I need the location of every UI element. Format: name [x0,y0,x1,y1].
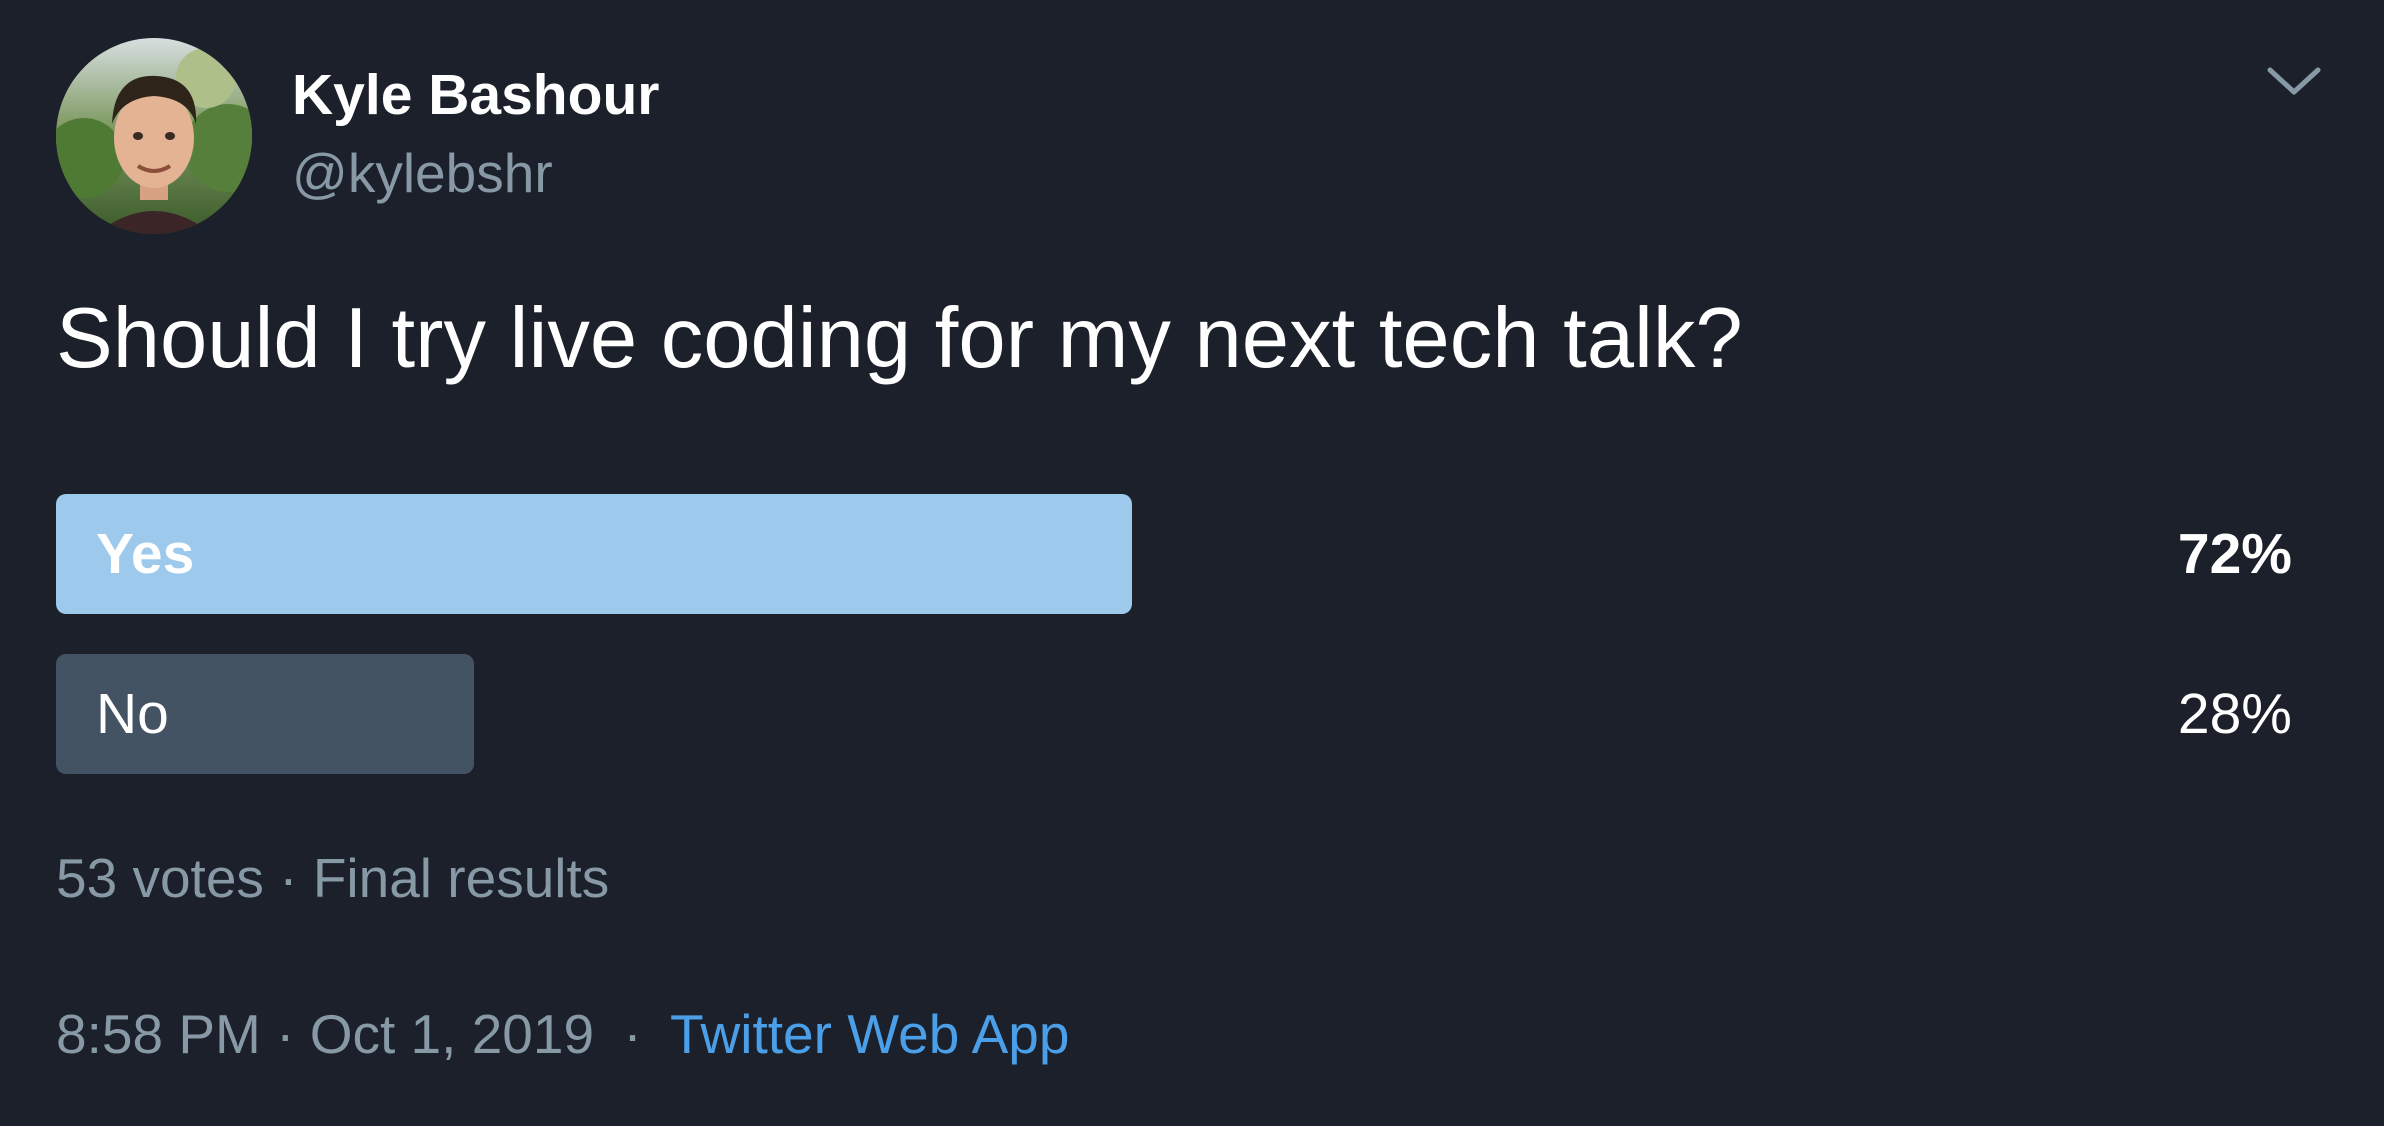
tweet-date[interactable]: Oct 1, 2019 [310,1003,594,1065]
poll-status: Final results [312,847,610,909]
poll-meta-separator: · [279,847,298,909]
footer-separator: · [276,1003,295,1065]
chevron-down-icon[interactable] [2262,58,2326,108]
poll-option-percent: 28% [2177,682,2292,746]
author-name[interactable]: Kyle Bashour [292,60,659,130]
poll-option-label: No [96,682,169,746]
poll-option-yes[interactable]: Yes 72% [56,494,2292,614]
tweet: Kyle Bashour @kylebshr Should I try live… [0,0,2384,1126]
poll-bar-yes [56,494,1132,614]
poll: Yes 72% No 28% [56,494,2292,814]
tweet-footer: 8:58 PM · Oct 1, 2019 · Twitter Web App [56,994,1069,1074]
poll-votes: 53 votes [56,847,264,909]
poll-option-no[interactable]: No 28% [56,654,2292,774]
source-link[interactable]: Twitter Web App [670,1003,1069,1065]
tweet-text: Should I try live coding for my next tec… [56,291,1743,386]
footer-separator: · [623,1003,642,1065]
poll-option-percent: 72% [2177,522,2292,586]
author-handle[interactable]: @kylebshr [292,138,553,208]
avatar[interactable] [56,38,252,234]
avatar-image [56,38,252,234]
tweet-time[interactable]: 8:58 PM [56,1003,261,1065]
poll-meta: 53 votes · Final results [56,838,609,918]
poll-option-label: Yes [96,522,195,586]
